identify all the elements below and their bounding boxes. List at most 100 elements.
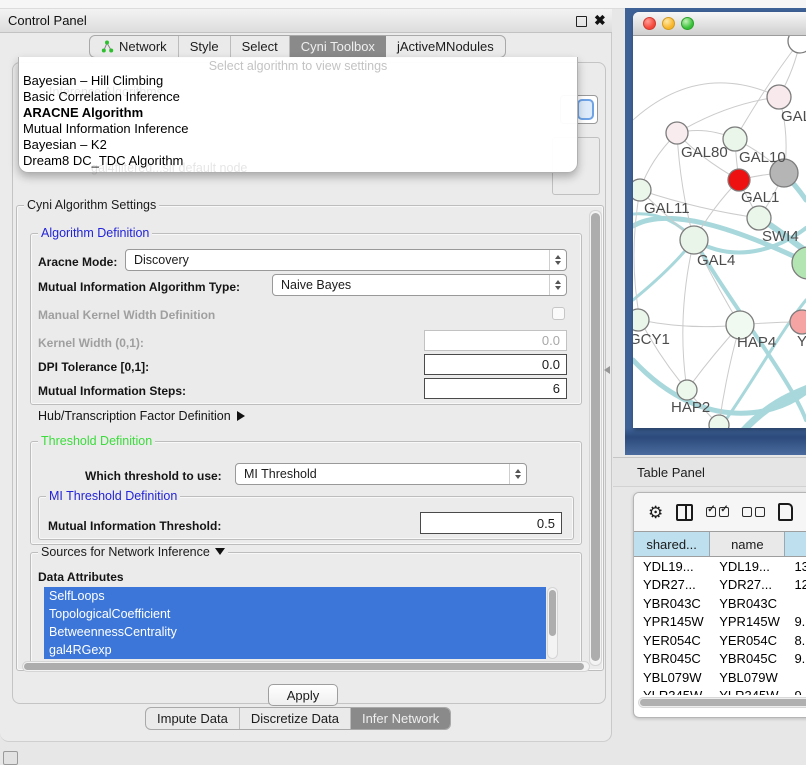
gear-icon[interactable]: ⚙ [648, 504, 663, 521]
table-row[interactable]: YBL079W YBL079W [634, 668, 806, 687]
node-label: GAL11 [644, 200, 690, 217]
manual-kernel-width-checkbox[interactable] [552, 307, 565, 320]
node[interactable] [792, 247, 806, 279]
tab-style[interactable]: Style [179, 36, 231, 57]
which-threshold-label: Which threshold to use: [85, 469, 222, 483]
algorithm-option[interactable]: Bayesian – K2 [19, 137, 577, 153]
deselect-all-icon[interactable] [742, 507, 765, 517]
node[interactable] [666, 122, 688, 144]
kernel-width-label: Kernel Width (0,1): [38, 336, 144, 350]
node[interactable] [790, 310, 806, 334]
apply-button[interactable]: Apply [268, 684, 338, 706]
aracne-mode-select[interactable]: Discovery [125, 249, 567, 271]
panel-divider-arrow-icon[interactable] [604, 366, 610, 374]
table-row[interactable]: YDR27... YDR27... 12 [634, 576, 806, 595]
collapsed-panel-button[interactable] [3, 751, 18, 765]
spinner-arrows-icon[interactable] [549, 275, 566, 295]
zoom-traffic-light-icon[interactable] [681, 17, 694, 30]
table-row[interactable]: YDL19... YDL19... 13 [634, 557, 806, 576]
which-threshold-select[interactable]: MI Threshold [235, 463, 527, 485]
list-item[interactable]: SelfLoops [44, 587, 546, 605]
network-icon [101, 40, 114, 53]
node-label: GAL1 [741, 189, 779, 206]
network-view-frame: GAL GAL80 GAL10 GAL1 SWI4 GAL11 GAL4 GCY… [625, 8, 806, 455]
node[interactable] [709, 415, 729, 428]
table-header-row: shared... name [634, 531, 806, 557]
node[interactable] [788, 36, 806, 53]
list-item[interactable]: TopologicalCoefficient [44, 605, 546, 623]
hub-tf-definition-toggle[interactable]: Hub/Transcription Factor Definition [38, 409, 245, 423]
spinner-arrows-icon[interactable] [549, 250, 566, 270]
node-label: GCY1 [633, 331, 670, 348]
node[interactable] [680, 226, 708, 254]
tab-discretize-data[interactable]: Discretize Data [240, 708, 351, 729]
tab-network[interactable]: Network [90, 36, 179, 57]
export-document-icon[interactable] [778, 503, 793, 521]
spinner-arrows-icon[interactable] [509, 464, 526, 484]
table-panel-header: Table Panel [613, 457, 806, 487]
node-label: GAL10 [739, 149, 786, 166]
node[interactable] [728, 169, 750, 191]
node-label: GAL80 [681, 144, 728, 161]
node[interactable] [677, 380, 697, 400]
node[interactable] [747, 206, 771, 230]
kernel-width-field[interactable]: 0.0 [424, 330, 567, 351]
node[interactable] [767, 85, 791, 109]
popup-hint: Select algorithm to view settings [19, 57, 577, 73]
table-toolbar: ⚙ [634, 493, 806, 531]
mi-steps-field[interactable]: 6 [424, 378, 567, 399]
cyni-algorithm-settings-title: Cyni Algorithm Settings [24, 198, 159, 212]
mi-threshold-field[interactable]: 0.5 [420, 512, 562, 534]
tab-cyni-toolbox[interactable]: Cyni Toolbox [290, 36, 386, 57]
scrollbar-thumb[interactable] [640, 699, 806, 706]
tab-select[interactable]: Select [231, 36, 290, 57]
tab-infer-network[interactable]: Infer Network [351, 708, 450, 729]
tab-impute-data[interactable]: Impute Data [146, 708, 240, 729]
table-row[interactable]: YER054C YER054C 8. [634, 631, 806, 650]
dpi-tolerance-field[interactable]: 0.0 [424, 354, 567, 375]
network-canvas[interactable]: GAL GAL80 GAL10 GAL1 SWI4 GAL11 GAL4 GCY… [633, 36, 806, 428]
list-item[interactable]: BetweennessCentrality [44, 623, 546, 641]
mi-threshold-label: Mutual Information Threshold: [48, 519, 221, 533]
mi-algorithm-type-label: Mutual Information Algorithm Type: [38, 280, 240, 294]
tab-jactivemnodules[interactable]: jActiveMNodules [386, 36, 505, 57]
close-icon[interactable]: ✖ [594, 12, 606, 29]
node[interactable] [633, 309, 649, 331]
float-window-icon[interactable] [576, 16, 587, 27]
table-horizontal-scrollbar[interactable] [638, 697, 806, 708]
column-header-partial[interactable] [785, 532, 806, 556]
scrollbar-thumb[interactable] [591, 213, 600, 661]
column-header-shared-name[interactable]: shared... [634, 532, 710, 556]
algorithm-option-selected[interactable]: ARACNE Algorithm [19, 105, 577, 121]
columns-icon[interactable] [676, 504, 693, 521]
network-window-titlebar[interactable] [633, 12, 806, 36]
node-label: Y [797, 333, 806, 350]
data-attributes-list: SelfLoops TopologicalCoefficient Between… [44, 587, 546, 659]
node[interactable] [633, 179, 651, 201]
combo-focus-button-fragment [577, 99, 594, 120]
node-label: GAL [781, 108, 806, 125]
mi-algorithm-type-select[interactable]: Naive Bayes [272, 274, 567, 296]
table-row[interactable]: YBR045C YBR045C 9. [634, 650, 806, 669]
column-header-name[interactable]: name [710, 532, 785, 556]
minimize-traffic-light-icon[interactable] [662, 17, 675, 30]
table-row[interactable]: YPR145W YPR145W 9. [634, 613, 806, 632]
attributes-vertical-scrollbar[interactable] [547, 587, 558, 659]
algorithm-option[interactable]: Mutual Information Inference [19, 121, 577, 137]
aracne-mode-label: Aracne Mode: [38, 255, 117, 269]
bottom-tabbar: Impute Data Discretize Data Infer Networ… [145, 707, 451, 730]
close-traffic-light-icon[interactable] [643, 17, 656, 30]
settings-horizontal-scrollbar[interactable] [22, 661, 590, 672]
settings-vertical-scrollbar[interactable] [589, 210, 602, 666]
select-all-icon[interactable] [706, 507, 729, 517]
collapse-arrow-icon[interactable] [215, 548, 225, 555]
table-row[interactable]: YBR043C YBR043C [634, 594, 806, 613]
table-row[interactable]: YLR345W YLR345W 9. [634, 687, 806, 696]
scrollbar-thumb[interactable] [549, 590, 556, 636]
scrollbar-thumb[interactable] [24, 663, 584, 670]
mi-steps-label: Mutual Information Steps: [38, 384, 186, 398]
list-item[interactable]: gal4RGexp [44, 641, 546, 659]
sources-title[interactable]: Sources for Network Inference [38, 545, 228, 559]
control-panel-titlebar: Control Panel ✖ [0, 9, 612, 33]
expand-arrow-icon[interactable] [237, 411, 245, 421]
